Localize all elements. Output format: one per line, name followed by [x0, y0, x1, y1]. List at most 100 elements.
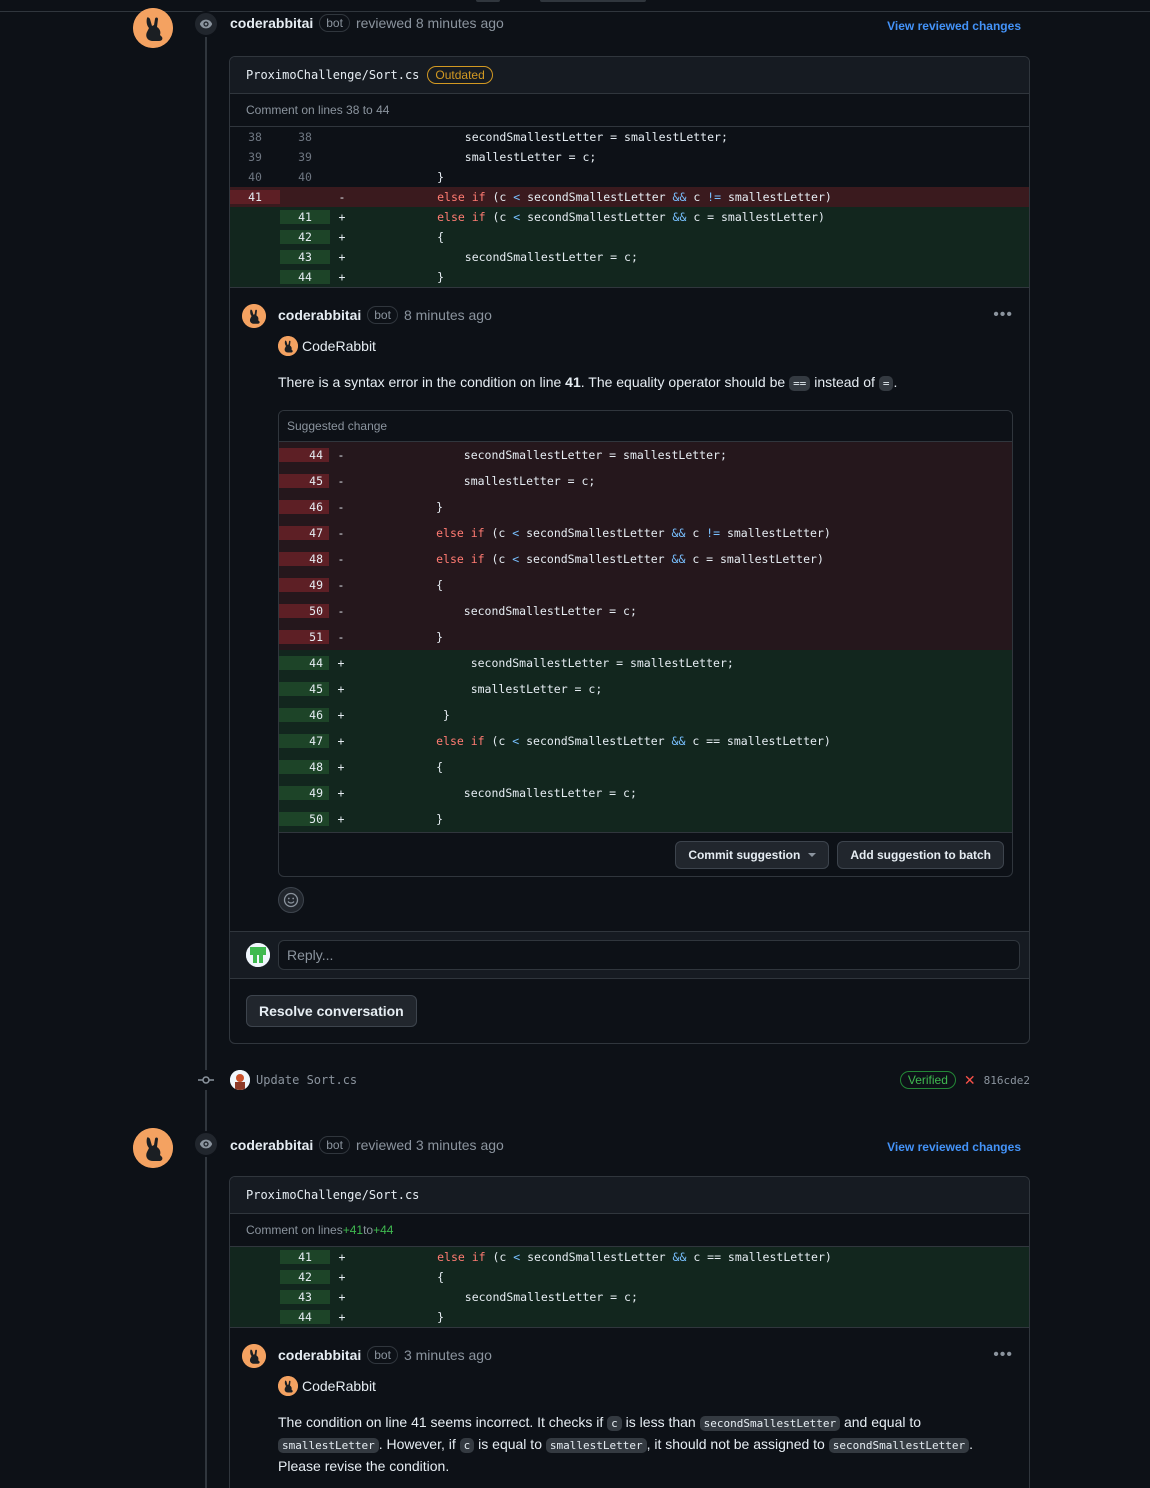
diff-code: else if (c < secondSmallestLetter && c !… — [437, 190, 832, 204]
diff-code: } — [354, 170, 445, 184]
diff-code: { — [353, 760, 444, 774]
line-number: 46 — [279, 500, 329, 514]
committer-avatar[interactable] — [230, 1070, 250, 1090]
diff-code: secondSmallestLetter = smallestLetter; — [354, 130, 728, 144]
suggested-change-title: Suggested change — [279, 411, 1012, 442]
diff-line: 42 + { — [230, 227, 1029, 247]
new-line-number[interactable]: 38 — [280, 130, 330, 144]
comment-author[interactable]: coderabbitai — [278, 1347, 361, 1363]
comment-body: There is a syntax error in the condition… — [278, 372, 1013, 394]
old-line-number[interactable]: 41 — [230, 190, 280, 204]
rabbit-avatar-icon — [242, 304, 266, 328]
diff-sign: - — [337, 552, 345, 566]
diff-sign: - — [337, 578, 345, 592]
review-thread: ProximoChallenge/Sort.cs Comment on line… — [229, 1176, 1030, 1488]
line-number: 45 — [279, 474, 329, 488]
diff-sign: - — [337, 604, 345, 618]
commit-row: Update Sort.cs Verified ✕ 816cde2 — [196, 1068, 1030, 1092]
diff-sign: + — [338, 1310, 346, 1324]
suggested-line: 48- else if (c < secondSmallestLetter &&… — [279, 546, 1012, 572]
coderabbit-avatar[interactable] — [133, 1128, 173, 1168]
view-reviewed-changes-link[interactable]: View reviewed changes — [887, 1140, 1021, 1154]
brand-name: CodeRabbit — [302, 338, 376, 354]
diff-code: { — [354, 1270, 445, 1284]
diff-hunk: 41 + else if (c < secondSmallestLetter &&… — [230, 1247, 1029, 1327]
suggested-line: 51- } — [279, 624, 1012, 650]
review-author[interactable]: coderabbitai — [230, 1137, 313, 1153]
diff-code: smallestLetter = c; — [353, 682, 603, 696]
old-line-number[interactable]: 39 — [230, 150, 280, 164]
line-number: 46 — [279, 708, 329, 722]
comment-author[interactable]: coderabbitai — [278, 307, 361, 323]
diff-line: 42 + { — [230, 1267, 1029, 1287]
coderabbit-avatar[interactable] — [133, 8, 173, 48]
comment-time[interactable]: 3 minutes ago — [404, 1347, 492, 1363]
view-reviewed-changes-link[interactable]: View reviewed changes — [887, 19, 1021, 33]
new-line-number[interactable]: 42 — [280, 230, 330, 244]
file-path-link[interactable]: ProximoChallenge/Sort.cs — [246, 68, 419, 82]
body-text: and equal to — [840, 1414, 922, 1430]
top-tab-stub — [540, 0, 646, 2]
kebab-menu-icon[interactable]: ••• — [993, 306, 1013, 324]
rabbit-avatar-icon — [133, 8, 173, 48]
file-path-link[interactable]: ProximoChallenge/Sort.cs — [246, 1188, 419, 1202]
review-comment: coderabbitai bot 8 minutes ago ••• CodeR… — [230, 287, 1029, 913]
new-line-number[interactable]: 42 — [280, 1270, 330, 1284]
body-text: is less than — [621, 1414, 700, 1430]
new-line-number[interactable]: 41 — [280, 210, 330, 224]
verified-badge[interactable]: Verified — [899, 1071, 956, 1089]
diff-code: } — [353, 812, 444, 826]
line-number: 48 — [279, 552, 329, 566]
smiley-icon[interactable] — [278, 887, 304, 913]
old-line-number[interactable]: 40 — [230, 170, 280, 184]
reply-input[interactable]: Reply... — [278, 940, 1020, 970]
comment-lines-label: Comment on lines +41 to +44 — [230, 1214, 1029, 1247]
commit-suggestion-button[interactable]: Commit suggestion — [675, 840, 830, 869]
rabbit-avatar-icon — [242, 1344, 266, 1368]
diff-sign: - — [337, 526, 345, 540]
resolve-conversation-button[interactable]: Resolve conversation — [246, 995, 417, 1027]
suggested-line: 49 + secondSmallestLetter = c; — [279, 780, 1012, 806]
old-line-number[interactable]: 38 — [230, 130, 280, 144]
kebab-menu-icon[interactable]: ••• — [993, 1346, 1013, 1364]
brand-name: CodeRabbit — [302, 1378, 376, 1394]
diff-sign: + — [338, 230, 346, 244]
file-header: ProximoChallenge/Sort.cs Outdated — [230, 57, 1029, 94]
review-author[interactable]: coderabbitai — [230, 15, 313, 31]
diff-sign: - — [337, 448, 345, 462]
new-line-number[interactable]: 40 — [280, 170, 330, 184]
diff-sign: + — [337, 708, 345, 722]
line-number: 47 — [279, 734, 329, 748]
new-line-number[interactable]: 44 — [280, 270, 330, 284]
line-number: 49 — [279, 578, 329, 592]
resolve-wrap: Resolve conversation — [230, 979, 1029, 1043]
new-line-number[interactable]: 43 — [280, 1290, 330, 1304]
add-suggestion-to-batch-button[interactable]: Add suggestion to batch — [837, 840, 1004, 869]
new-line-number[interactable]: 39 — [280, 150, 330, 164]
comment-lines-text: to — [363, 1223, 374, 1237]
comment-header: coderabbitai bot 3 minutes ago — [278, 1344, 1013, 1366]
diff-code: else if (c < secondSmallestLetter && c !… — [436, 526, 831, 540]
diff-sign: + — [338, 210, 346, 224]
body-text: There is a syntax error in the condition… — [278, 374, 566, 390]
diff-hunk: 38 38 secondSmallestLetter = smallestLett… — [230, 127, 1029, 287]
new-line-number[interactable]: 43 — [280, 250, 330, 264]
diff-sign: + — [337, 656, 345, 670]
diff-line: 43 + secondSmallestLetter = c; — [230, 1287, 1029, 1307]
commit-message-link[interactable]: Update Sort.cs — [256, 1073, 357, 1087]
x-fail-icon[interactable]: ✕ — [964, 1072, 976, 1089]
new-line-number[interactable]: 44 — [280, 1310, 330, 1324]
diff-sign: - — [337, 630, 345, 644]
diff-line: 38 38 secondSmallestLetter = smallestLett… — [230, 127, 1029, 147]
comment-lines-end: +44 — [373, 1223, 394, 1237]
diff-sign: - — [337, 500, 345, 514]
new-line-number[interactable]: 41 — [280, 1250, 330, 1264]
coderabbit-avatar[interactable] — [242, 1344, 266, 1368]
diff-line: 39 39 smallestLetter = c; — [230, 147, 1029, 167]
comment-time[interactable]: 8 minutes ago — [404, 307, 492, 323]
diff-code: } — [353, 500, 444, 514]
line-number: 50 — [279, 604, 329, 618]
commit-sha-link[interactable]: 816cde2 — [984, 1074, 1030, 1087]
coderabbit-avatar[interactable] — [242, 304, 266, 328]
suggested-diff: 44- secondSmallestLetter = smallestLette… — [279, 442, 1012, 832]
